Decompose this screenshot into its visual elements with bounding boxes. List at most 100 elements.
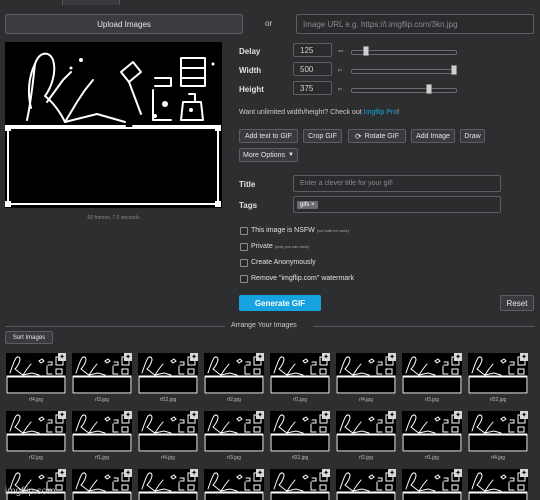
frame-settings-icon[interactable]: ✦ (454, 411, 462, 419)
anonymous-label: Create Anonymously (251, 259, 316, 266)
frame-settings-icon[interactable]: ✦ (256, 469, 264, 477)
frame-image[interactable] (138, 469, 198, 500)
frame-settings-icon[interactable]: ✦ (388, 469, 396, 477)
frame-thumbnail[interactable]: ✦ (336, 469, 396, 500)
frame-thumbnail[interactable]: ✦ (270, 469, 330, 500)
frame-settings-icon[interactable]: ✦ (520, 411, 528, 419)
watermark-label: Remove "imgflip.com" watermark (251, 275, 354, 282)
generate-gif-button[interactable]: Generate GIF (239, 295, 321, 311)
upload-images-button[interactable]: Upload Images (5, 14, 243, 34)
width-input[interactable]: 500 (293, 62, 332, 76)
frame-image[interactable] (402, 353, 462, 394)
frame-thumbnail[interactable]: ✦ (204, 469, 264, 500)
frame-image[interactable] (270, 353, 330, 394)
frame-image[interactable] (204, 469, 264, 500)
frame-thumbnail[interactable]: ✦ (468, 469, 528, 500)
frame-filename: rf22.jpg (489, 397, 507, 403)
frame-settings-icon[interactable]: ✦ (322, 469, 330, 477)
frame-image[interactable] (138, 353, 198, 394)
promo-text: Want unlimited width/height? Check out (239, 109, 364, 116)
nsfw-label: This image is NSFW (251, 227, 315, 234)
frame-settings-icon[interactable]: ✦ (322, 411, 330, 419)
draw-button[interactable]: Draw (460, 129, 485, 143)
frame-image[interactable] (336, 411, 396, 452)
frame-image[interactable] (336, 353, 396, 394)
anonymous-checkbox[interactable] (240, 259, 248, 267)
frame-image[interactable] (402, 411, 462, 452)
width-slider[interactable] (351, 65, 457, 75)
imgflip-pro-link[interactable]: Imgflip Pro (364, 109, 397, 116)
height-slider-thumb[interactable] (426, 84, 432, 94)
frame-image[interactable] (270, 411, 330, 452)
tab-active[interactable] (62, 0, 120, 5)
frame-image[interactable] (6, 353, 66, 394)
frame-settings-icon[interactable]: ✦ (388, 411, 396, 419)
frame-settings-icon[interactable]: ✦ (124, 469, 132, 477)
add-image-button[interactable]: Add Image (411, 129, 455, 143)
delay-input[interactable]: 125 (293, 43, 332, 57)
frame-settings-icon[interactable]: ✦ (58, 353, 66, 361)
frame-image[interactable] (468, 411, 528, 452)
frame-settings-icon[interactable]: ✦ (190, 353, 198, 361)
frame-image[interactable] (336, 469, 396, 500)
frame-settings-icon[interactable]: ✦ (520, 469, 528, 477)
frame-image[interactable] (270, 469, 330, 500)
frame-filename: rf1.jpg (293, 397, 307, 403)
frame-settings-icon[interactable]: ✦ (256, 353, 264, 361)
frame-filename: rf2.jpg (29, 455, 43, 461)
frame-settings-icon[interactable]: ✦ (190, 411, 198, 419)
frame-settings-icon[interactable]: ✦ (388, 353, 396, 361)
delay-unit: ms (338, 48, 344, 53)
nsfw-checkbox[interactable] (240, 227, 248, 235)
frame-thumbnail[interactable]: ✦ (138, 469, 198, 500)
frame-image[interactable] (204, 353, 264, 394)
frame-image[interactable] (72, 469, 132, 500)
frame-filename: rf3.jpg (425, 397, 439, 403)
add-text-button[interactable]: Add text to GIF (239, 129, 298, 143)
reset-button[interactable]: Reset (500, 295, 534, 311)
frame-image[interactable] (468, 469, 528, 500)
frame-settings-icon[interactable]: ✦ (322, 353, 330, 361)
sort-images-button[interactable]: Sort Images (5, 331, 53, 344)
frame-image[interactable] (204, 411, 264, 452)
frame-settings-icon[interactable]: ✦ (520, 353, 528, 361)
frame-settings-icon[interactable]: ✦ (454, 353, 462, 361)
delay-slider-thumb[interactable] (363, 46, 369, 56)
height-slider[interactable] (351, 84, 457, 94)
watermark-checkbox[interactable] (240, 275, 248, 283)
frame-thumbnail[interactable]: ✦ (72, 469, 132, 500)
imgflip-watermark: imgflip.com (5, 486, 56, 497)
frame-settings-icon[interactable]: ✦ (124, 411, 132, 419)
frame-image[interactable] (402, 469, 462, 500)
frame-image[interactable] (138, 411, 198, 452)
frame-thumbnail[interactable]: ✦ (402, 469, 462, 500)
tag-chip[interactable]: gifs × (297, 200, 318, 209)
frame-settings-icon[interactable]: ✦ (190, 469, 198, 477)
frame-image[interactable] (72, 353, 132, 394)
image-url-input[interactable]: Image URL e.g. https://i.imgflip.com/3kn… (296, 14, 534, 34)
more-options-button[interactable]: More Options ▼ (239, 148, 298, 162)
private-checkbox[interactable] (240, 243, 248, 251)
remove-tag-icon[interactable]: × (311, 202, 315, 208)
frame-image[interactable] (72, 411, 132, 452)
delay-slider[interactable] (351, 46, 457, 56)
arrange-heading: Arrange Your Images (231, 322, 297, 329)
height-input[interactable]: 375 (293, 81, 332, 95)
width-slider-thumb[interactable] (451, 65, 457, 75)
frame-image[interactable] (468, 353, 528, 394)
rotate-gif-button[interactable]: ⟳ Rotate GIF (348, 129, 406, 143)
title-label: Title (239, 180, 256, 189)
frame-image[interactable] (6, 411, 66, 452)
width-unit: px (338, 67, 343, 72)
frame-settings-icon[interactable]: ✦ (124, 353, 132, 361)
rotate-gif-label: Rotate GIF (364, 132, 399, 140)
tags-input[interactable]: gifs × (293, 196, 501, 213)
frame-settings-icon[interactable]: ✦ (58, 469, 66, 477)
crop-gif-button[interactable]: Crop GIF (303, 129, 342, 143)
frame-settings-icon[interactable]: ✦ (454, 469, 462, 477)
title-input[interactable]: Enter a clever title for your gif! (293, 175, 501, 192)
frame-settings-icon[interactable]: ✦ (58, 411, 66, 419)
tags-label: Tags (239, 201, 258, 210)
frame-settings-icon[interactable]: ✦ (256, 411, 264, 419)
frame-filename: rf4.jpg (359, 397, 373, 403)
